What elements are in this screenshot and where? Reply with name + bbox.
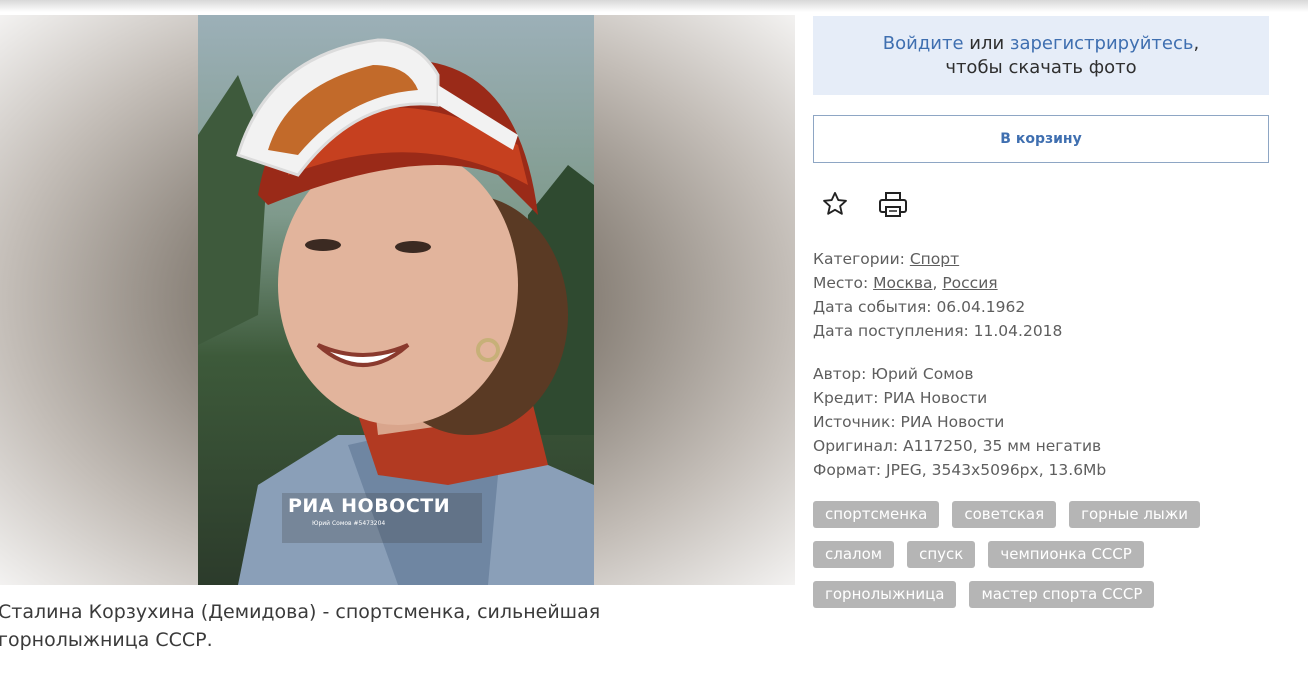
meta-categories: Категории: Спорт (813, 247, 959, 271)
photo-caption: Сталина Корзухина (Демидова) - спортсмен… (0, 598, 778, 654)
tag-list: спортсменка советская горные лыжи слалом… (813, 501, 1293, 621)
meta-original: Оригинал: A117250, 35 мм негатив (813, 437, 1102, 455)
place-label: Место: (813, 274, 874, 292)
or-text: или (963, 33, 1010, 54)
tag[interactable]: горные лыжи (1069, 501, 1201, 528)
add-to-cart-button[interactable]: В корзину (813, 115, 1269, 163)
tag[interactable]: спортсменка (813, 501, 940, 528)
category-link-sport[interactable]: Спорт (910, 250, 959, 268)
meta-received-date: Дата поступления: 11.04.2018 (813, 322, 1063, 340)
place-separator: , (932, 274, 943, 292)
login-link[interactable]: Войдите (883, 33, 964, 54)
tag[interactable]: спуск (907, 541, 976, 568)
register-link[interactable]: зарегистрируйтесь (1010, 33, 1194, 54)
place-link-city[interactable]: Москва (873, 274, 932, 292)
star-icon[interactable] (821, 190, 849, 218)
top-shadow (0, 0, 1308, 12)
caption-line: горнолыжница СССР. (0, 629, 213, 651)
categories-label: Категории: (813, 250, 910, 268)
place-link-country[interactable]: Россия (942, 274, 997, 292)
meta-source: Источник: РИА Новости (813, 413, 1005, 431)
watermark: РИА НОВОСТИ Юрий Сомов #5473204 (282, 493, 482, 543)
tag-row: слалом спуск чемпионка СССР (813, 541, 1293, 581)
watermark-credit: Юрий Сомов #5473204 (312, 520, 386, 527)
meta-author: Автор: Юрий Сомов (813, 365, 974, 383)
tag[interactable]: горнолыжница (813, 581, 957, 608)
login-prompt: Войдите или зарегистрируйтесь, чтобы ска… (813, 16, 1269, 95)
tag[interactable]: советская (952, 501, 1057, 528)
printer-icon[interactable] (877, 190, 909, 220)
download-hint: чтобы скачать фото (945, 57, 1137, 78)
watermark-logo: РИА НОВОСТИ (288, 495, 451, 517)
comma-text: , (1193, 33, 1200, 54)
meta-credit: Кредит: РИА Новости (813, 389, 988, 407)
meta-place: Место: Москва, Россия (813, 271, 998, 295)
caption-line: Сталина Корзухина (Демидова) - спортсмен… (0, 601, 601, 623)
tag[interactable]: слалом (813, 541, 895, 568)
photo-viewer[interactable]: РИА НОВОСТИ Юрий Сомов #5473204 (0, 15, 795, 585)
tag-row: горнолыжница мастер спорта СССР (813, 581, 1293, 621)
tag[interactable]: мастер спорта СССР (969, 581, 1155, 608)
meta-event-date: Дата события: 06.04.1962 (813, 298, 1026, 316)
tag[interactable]: чемпионка СССР (988, 541, 1144, 568)
tag-row: спортсменка советская горные лыжи (813, 501, 1293, 541)
meta-format: Формат: JPEG, 3543x5096px, 13.6Mb (813, 461, 1107, 479)
